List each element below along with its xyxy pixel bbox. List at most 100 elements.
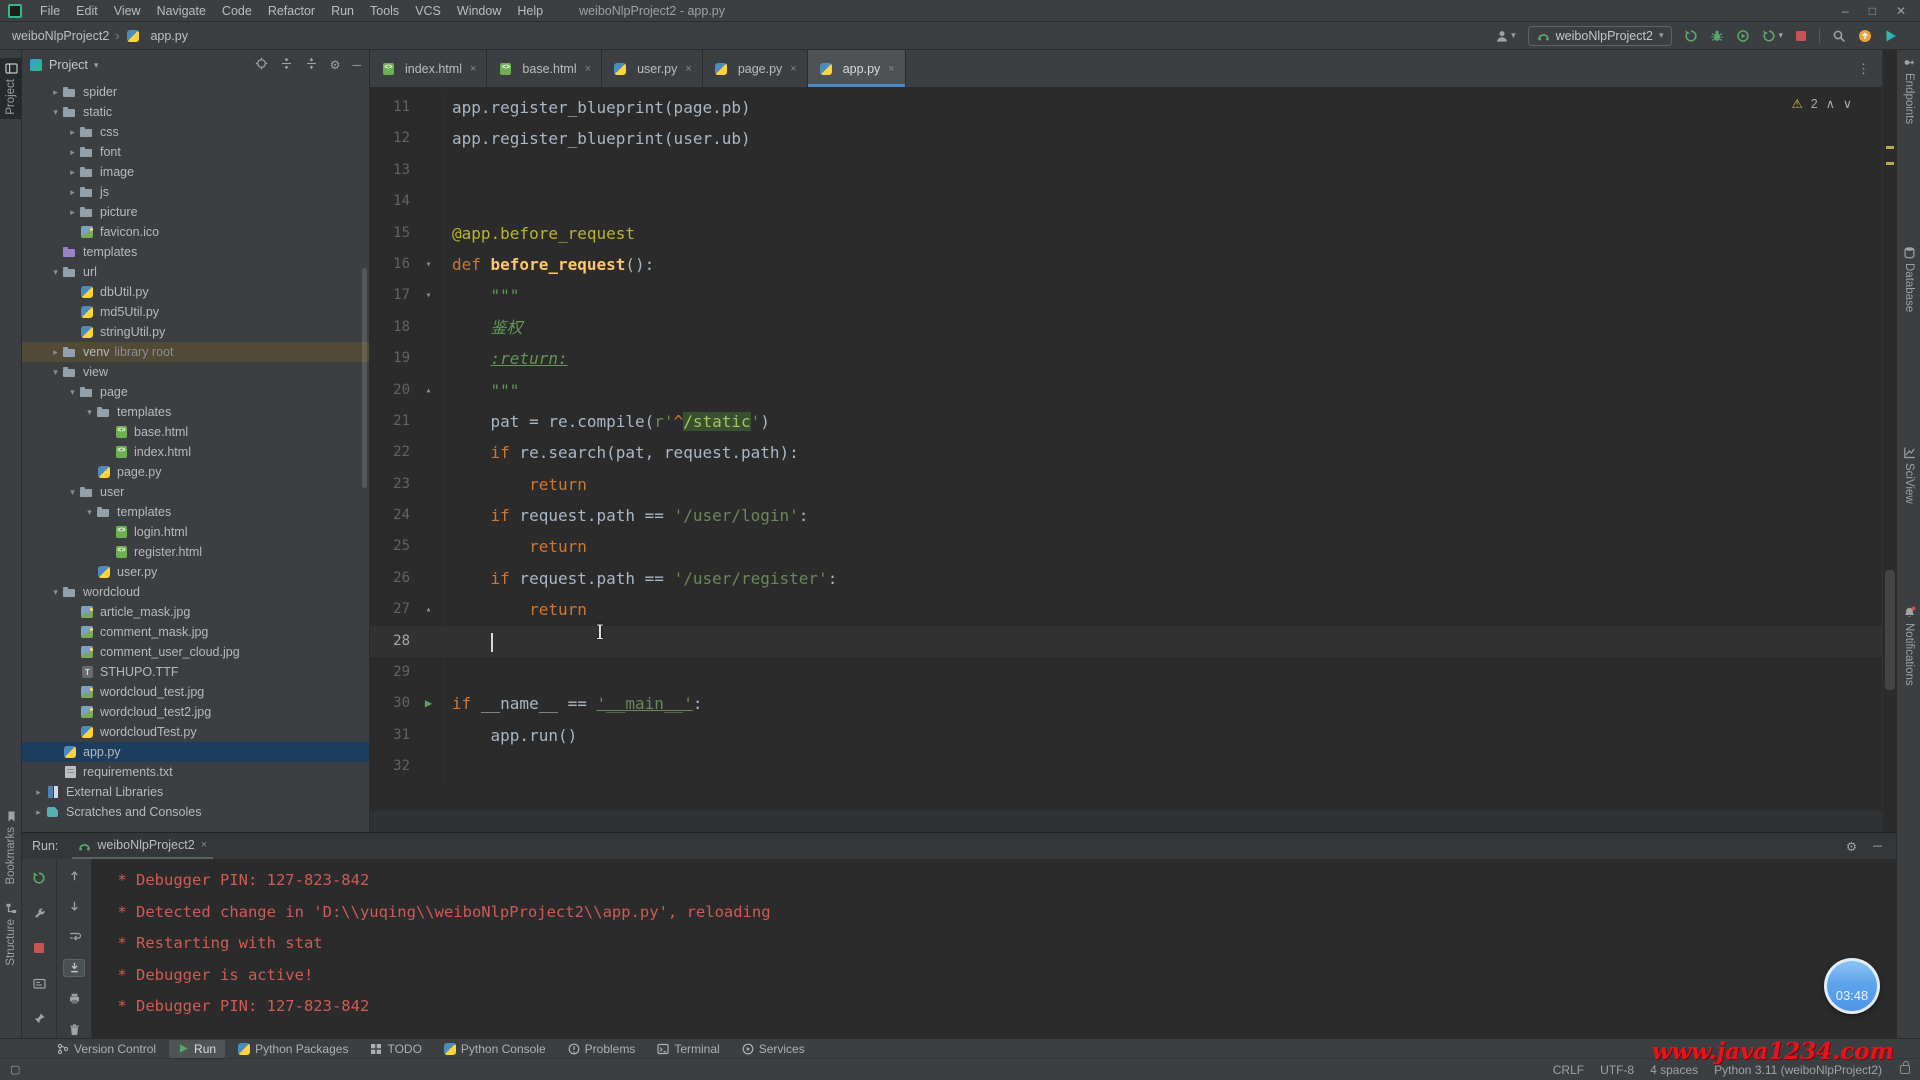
tree-item[interactable]: dbUtil.py xyxy=(22,282,369,302)
gear-icon[interactable]: ⚙ xyxy=(1846,839,1857,854)
editor-scrollbar[interactable] xyxy=(1882,50,1896,832)
chevron-down-icon[interactable]: ▾ xyxy=(49,267,62,278)
hide-panel-icon[interactable]: ─ xyxy=(1873,839,1882,854)
chevron-right-icon[interactable]: ▸ xyxy=(66,207,79,218)
tab-app-py[interactable]: app.py× xyxy=(808,50,906,87)
fold-marker-icon[interactable]: ▾ xyxy=(414,249,444,280)
menu-item-run[interactable]: Run xyxy=(323,4,362,18)
tree-item[interactable]: wordcloudTest.py xyxy=(22,722,369,742)
print-button[interactable] xyxy=(63,990,85,1008)
rerun-button[interactable] xyxy=(28,867,50,889)
chevron-down-icon[interactable]: ▾ xyxy=(66,487,79,498)
user-avatar-button[interactable]: ▾ xyxy=(1495,29,1516,43)
gear-icon[interactable]: ⚙ xyxy=(330,58,341,72)
sidebar-tab-notifications[interactable]: Notifications xyxy=(1897,606,1920,686)
tree-item[interactable]: ▾static xyxy=(22,102,369,122)
sidebar-tab-database[interactable]: Database xyxy=(1897,246,1920,312)
show-console-button[interactable] xyxy=(28,972,50,994)
fold-marker-icon[interactable]: ▾ xyxy=(414,280,444,311)
tree-item[interactable]: app.py xyxy=(22,742,369,762)
tree-item[interactable]: base.html xyxy=(22,422,369,442)
collapse-all-icon[interactable] xyxy=(305,57,318,73)
tool-window-button-version-control[interactable]: Version Control xyxy=(48,1040,165,1058)
chevron-right-icon[interactable]: ▸ xyxy=(32,787,45,798)
close-icon[interactable]: × xyxy=(470,63,476,75)
lock-icon[interactable] xyxy=(1900,1065,1910,1074)
tool-window-button-python-console[interactable]: Python Console xyxy=(435,1040,555,1058)
menu-item-file[interactable]: File xyxy=(32,4,68,18)
chevron-right-icon[interactable]: ▸ xyxy=(66,187,79,198)
sidebar-tab-bookmarks[interactable]: Bookmarks xyxy=(0,810,22,885)
tree-item[interactable]: md5Util.py xyxy=(22,302,369,322)
menu-item-navigate[interactable]: Navigate xyxy=(149,4,214,18)
tree-item[interactable]: ▸image xyxy=(22,162,369,182)
tree-item[interactable]: user.py xyxy=(22,562,369,582)
chevron-right-icon[interactable]: ▸ xyxy=(66,167,79,178)
tab-user-py[interactable]: user.py× xyxy=(602,50,703,87)
close-icon[interactable]: × xyxy=(685,63,691,75)
tree-item[interactable]: wordcloud_test2.jpg xyxy=(22,702,369,722)
sidebar-tab-sciview[interactable]: SciView xyxy=(1897,446,1920,504)
tool-window-button-terminal[interactable]: Terminal xyxy=(648,1040,728,1058)
chevron-right-icon[interactable]: ▸ xyxy=(66,147,79,158)
pin-tab-button[interactable] xyxy=(28,1007,50,1029)
stop-button[interactable] xyxy=(1795,30,1807,42)
menu-item-refactor[interactable]: Refactor xyxy=(260,4,323,18)
tree-item[interactable]: requirements.txt xyxy=(22,762,369,782)
tree-item[interactable]: register.html xyxy=(22,542,369,562)
status-item[interactable]: UTF-8 xyxy=(1600,1063,1634,1077)
tree-item[interactable]: ▾url xyxy=(22,262,369,282)
locate-file-icon[interactable] xyxy=(255,57,268,73)
warning-stripe-mark[interactable] xyxy=(1886,146,1894,149)
breadcrumb-file[interactable]: app.py xyxy=(150,29,188,43)
code-editor[interactable]: 11app.register_blueprint(page.pb)12app.r… xyxy=(370,88,1882,810)
status-item[interactable]: CRLF xyxy=(1553,1063,1584,1077)
tool-window-button-todo[interactable]: TODO xyxy=(361,1040,430,1058)
sidebar-tab-structure[interactable]: Structure xyxy=(0,902,22,966)
tree-item[interactable]: favicon.ico xyxy=(22,222,369,242)
tree-item[interactable]: comment_user_cloud.jpg xyxy=(22,642,369,662)
tree-item[interactable]: ▾user xyxy=(22,482,369,502)
tool-window-button-services[interactable]: Services xyxy=(733,1040,814,1058)
sidebar-tab-project[interactable]: Project xyxy=(0,58,22,119)
tool-window-button-run[interactable]: Run xyxy=(169,1040,225,1058)
tab-page-py[interactable]: page.py× xyxy=(703,50,808,87)
menu-item-edit[interactable]: Edit xyxy=(68,4,106,18)
tree-item[interactable]: ▸css xyxy=(22,122,369,142)
tab-options-icon[interactable]: ⋮ xyxy=(1857,61,1882,77)
tree-item[interactable]: index.html xyxy=(22,442,369,462)
expand-all-icon[interactable] xyxy=(280,57,293,73)
restart-button[interactable]: ▾ xyxy=(1762,29,1783,43)
chevron-down-icon[interactable]: ▾ xyxy=(66,387,79,398)
console-output[interactable]: * Debugger PIN: 127-823-842 * Detected c… xyxy=(92,859,1896,1038)
tree-item[interactable]: page.py xyxy=(22,462,369,482)
tool-window-toggle-icon[interactable]: ▢ xyxy=(10,1063,20,1076)
up-stack-trace-button[interactable] xyxy=(63,867,85,885)
tree-item[interactable]: templates xyxy=(22,242,369,262)
tree-item[interactable]: STHUPO.TTF xyxy=(22,662,369,682)
scrollbar-thumb[interactable] xyxy=(1885,570,1895,690)
tree-item[interactable]: stringUtil.py xyxy=(22,322,369,342)
minimize-icon[interactable]: – xyxy=(1842,4,1849,18)
menu-item-window[interactable]: Window xyxy=(449,4,509,18)
notifications-gift-icon[interactable] xyxy=(1858,29,1872,43)
profile-button[interactable] xyxy=(1736,29,1750,43)
chevron-down-icon[interactable]: ▾ xyxy=(83,407,96,418)
chevron-right-icon[interactable]: ▸ xyxy=(66,127,79,138)
tree-item[interactable]: wordcloud_test.jpg xyxy=(22,682,369,702)
tree-item[interactable]: ▸Scratches and Consoles xyxy=(22,802,369,822)
menu-item-help[interactable]: Help xyxy=(509,4,551,18)
tab-index-html[interactable]: index.html× xyxy=(370,50,487,87)
project-panel-title[interactable]: Project xyxy=(49,58,88,72)
hide-panel-icon[interactable]: ─ xyxy=(352,58,361,72)
next-warning-icon[interactable]: ∨ xyxy=(1843,96,1852,111)
tree-item[interactable]: ▸font xyxy=(22,142,369,162)
close-icon[interactable]: ✕ xyxy=(1896,4,1906,18)
console-tab[interactable]: weiboNlpProject2 × xyxy=(72,833,213,859)
tree-item[interactable]: ▾templates xyxy=(22,402,369,422)
scroll-to-end-button[interactable] xyxy=(63,959,85,977)
tab-base-html[interactable]: base.html× xyxy=(487,50,602,87)
menu-item-code[interactable]: Code xyxy=(214,4,260,18)
breadcrumb-project[interactable]: weiboNlpProject2 xyxy=(12,29,109,43)
tree-item[interactable]: ▾wordcloud xyxy=(22,582,369,602)
